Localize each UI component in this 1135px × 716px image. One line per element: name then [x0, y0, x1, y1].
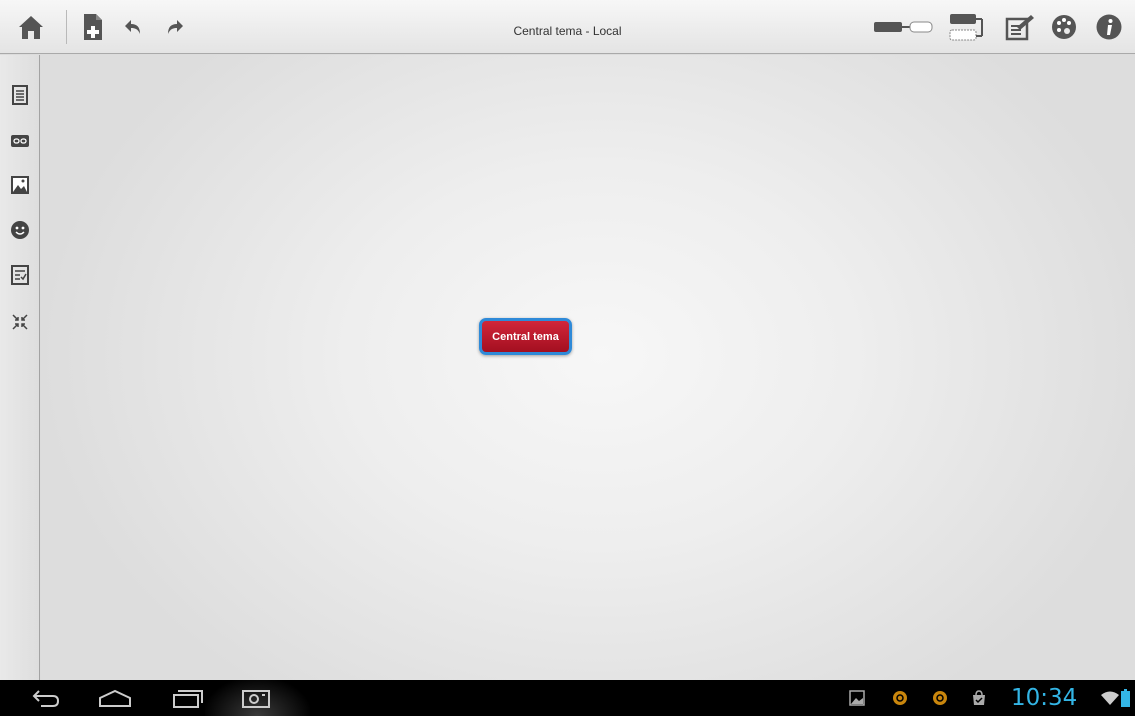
- task-icon[interactable]: [9, 264, 31, 286]
- edit-note-icon[interactable]: [1003, 10, 1037, 44]
- notes-icon[interactable]: [9, 84, 31, 106]
- recent-apps-icon[interactable]: [168, 684, 208, 712]
- app-notification-icon: [929, 684, 951, 712]
- screenshot-icon[interactable]: [238, 684, 274, 712]
- toolbar-divider: [66, 10, 67, 44]
- undo-icon[interactable]: [117, 10, 151, 44]
- battery-icon: [1119, 684, 1131, 712]
- wifi-icon: [1099, 684, 1121, 712]
- palette-icon[interactable]: [1047, 10, 1081, 44]
- connect-icon[interactable]: [872, 10, 936, 44]
- clock: 10:34: [1011, 685, 1078, 711]
- link-icon[interactable]: [9, 130, 31, 152]
- home-icon[interactable]: [95, 684, 135, 712]
- redo-icon[interactable]: [157, 10, 191, 44]
- left-sidebar: [0, 55, 40, 680]
- store-notification-icon: [968, 684, 990, 712]
- system-navigation-bar: [0, 680, 1135, 716]
- home-icon[interactable]: [14, 10, 48, 44]
- back-icon[interactable]: [28, 684, 64, 712]
- new-file-icon[interactable]: [76, 10, 110, 44]
- app-notification-icon: [889, 684, 911, 712]
- top-toolbar: Central tema - Local: [0, 0, 1135, 54]
- layout-icon[interactable]: [947, 10, 987, 44]
- collapse-icon[interactable]: [9, 311, 31, 333]
- emoji-icon[interactable]: [9, 219, 31, 241]
- gallery-notification-icon: [846, 684, 868, 712]
- info-icon[interactable]: [1092, 10, 1126, 44]
- mindmap-canvas[interactable]: Central tema: [41, 55, 1135, 680]
- image-icon[interactable]: [9, 174, 31, 196]
- central-topic-node[interactable]: Central tema: [479, 318, 572, 355]
